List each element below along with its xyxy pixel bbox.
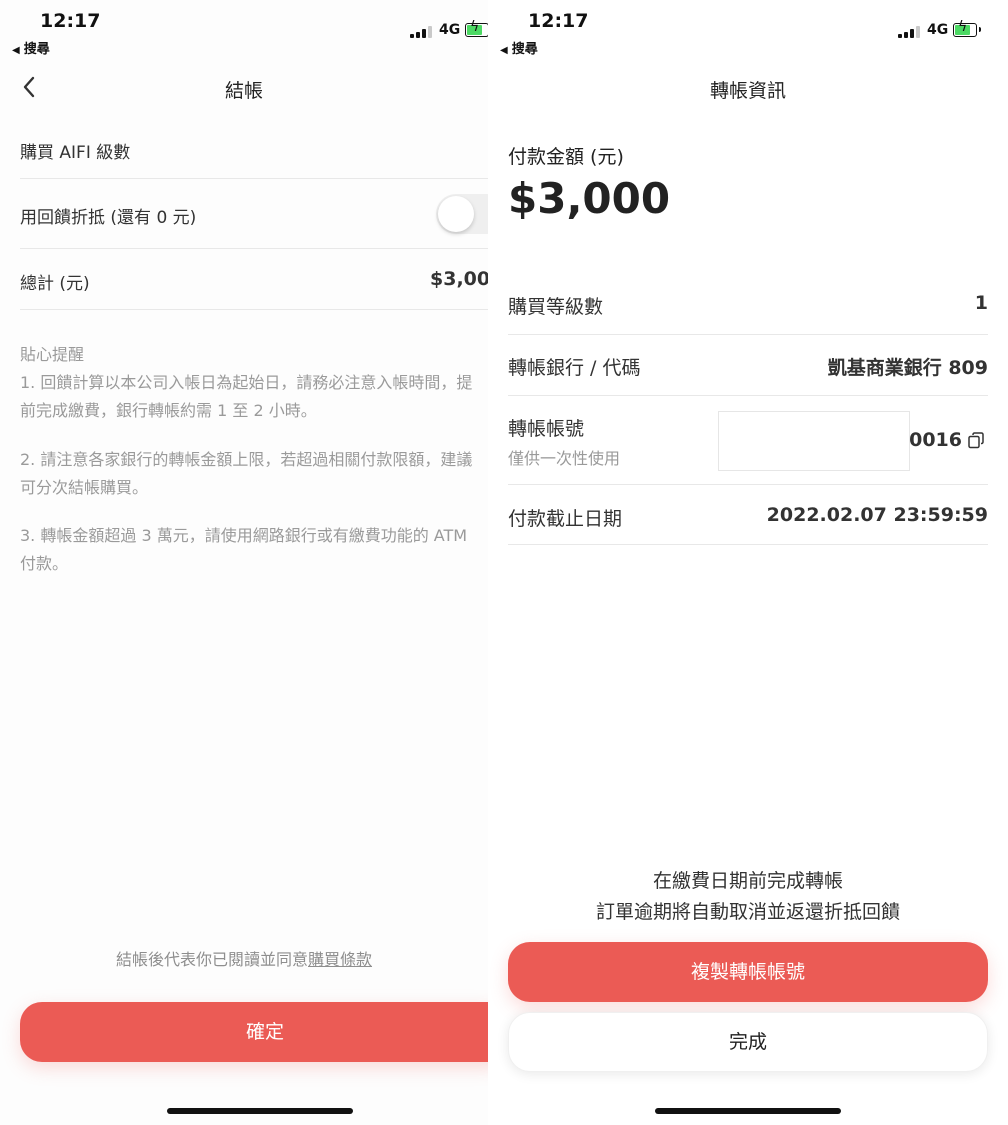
back-triangle-icon: ◀: [12, 45, 20, 56]
status-time: 12:17: [528, 10, 589, 32]
battery-charging-icon: ϟ: [953, 20, 981, 37]
total-label: 總計 (元): [20, 274, 90, 294]
page-title: 轉帳資訊: [709, 80, 786, 102]
tip-item: 3. 轉帳金額超過 3 萬元，請使用網路銀行或有繳費功能的 ATM 付款。: [20, 526, 468, 573]
divider: [508, 544, 988, 545]
account-label: 轉帳帳號: [508, 418, 585, 440]
payment-amount-value: $3,000: [508, 174, 671, 223]
payment-amount-label: 付款金額 (元): [508, 146, 624, 168]
home-indicator: [655, 1108, 841, 1114]
agreement-prefix: 結帳後代表你已閱讀並同意: [115, 950, 308, 969]
tips-title: 貼心提醒: [20, 345, 85, 364]
agreement-text: 結帳後代表你已閱讀並同意購買條款: [0, 946, 488, 970]
page-title: 結帳: [224, 80, 263, 102]
notice-line: 在繳費日期前完成轉帳: [652, 870, 843, 892]
level-label: 購買等級數: [508, 296, 604, 318]
total-value: $3,000: [430, 268, 488, 290]
status-back-link[interactable]: ◀ 搜尋: [500, 38, 538, 57]
account-sub-label: 僅供一次性使用: [508, 449, 621, 468]
back-triangle-icon: ◀: [500, 45, 508, 56]
home-indicator: [167, 1108, 353, 1114]
transfer-info-screen: 12:17 ◀ 搜尋 4G ϟ 轉帳資訊 付款金額 (元) $3,000 購買等級…: [488, 0, 1008, 1125]
purchase-level-label: 購買 AIFI 級數: [20, 143, 131, 163]
feedback-discount-label: 用回饋折抵 (還有 0 元): [20, 208, 197, 228]
bank-label: 轉帳銀行 / 代碼: [508, 357, 641, 379]
status-back-link[interactable]: ◀ 搜尋: [12, 38, 50, 57]
divider: [20, 309, 488, 310]
network-label: 4G: [927, 22, 949, 38]
copy-account-button[interactable]: 複製轉帳帳號: [508, 942, 988, 1002]
checkout-screen: 12:17 ◀ 搜尋 4G ϟ 結帳 購買 AIFI 級數 用回饋折抵 (還有 0…: [0, 0, 488, 1125]
divider: [508, 334, 988, 335]
divider: [508, 395, 988, 396]
account-value: 0016: [909, 429, 962, 451]
confirm-button[interactable]: 確定: [20, 1002, 488, 1062]
notice-line: 訂單逾期將自動取消並返還折抵回饋: [595, 901, 900, 923]
level-value: 1: [974, 292, 988, 314]
status-back-label: 搜尋: [511, 42, 538, 57]
done-button[interactable]: 完成: [508, 1012, 988, 1072]
tip-item: 2. 請注意各家銀行的轉帳金額上限，若超過相關付款限額，建議可分次結帳購買。: [20, 450, 473, 497]
divider: [508, 484, 988, 485]
bank-value: 凱基商業銀行 809: [827, 357, 988, 379]
deadline-value: 2022.02.07 23:59:59: [766, 504, 988, 526]
network-label: 4G: [439, 22, 461, 38]
signal-icon: [410, 26, 432, 38]
redaction-box: [718, 411, 910, 471]
divider: [20, 178, 488, 179]
divider: [20, 248, 488, 249]
status-time: 12:17: [40, 10, 101, 32]
deadline-label: 付款截止日期: [508, 508, 623, 530]
status-back-label: 搜尋: [23, 42, 50, 57]
battery-charging-icon: ϟ: [465, 20, 488, 37]
terms-link[interactable]: 購買條款: [308, 950, 372, 969]
signal-icon: [898, 26, 920, 38]
tip-item: 1. 回饋計算以本公司入帳日為起始日，請務必注意入帳時間，提前完成繳費，銀行轉帳…: [20, 373, 473, 420]
copy-icon[interactable]: [968, 432, 984, 449]
feedback-discount-toggle[interactable]: [436, 194, 488, 234]
